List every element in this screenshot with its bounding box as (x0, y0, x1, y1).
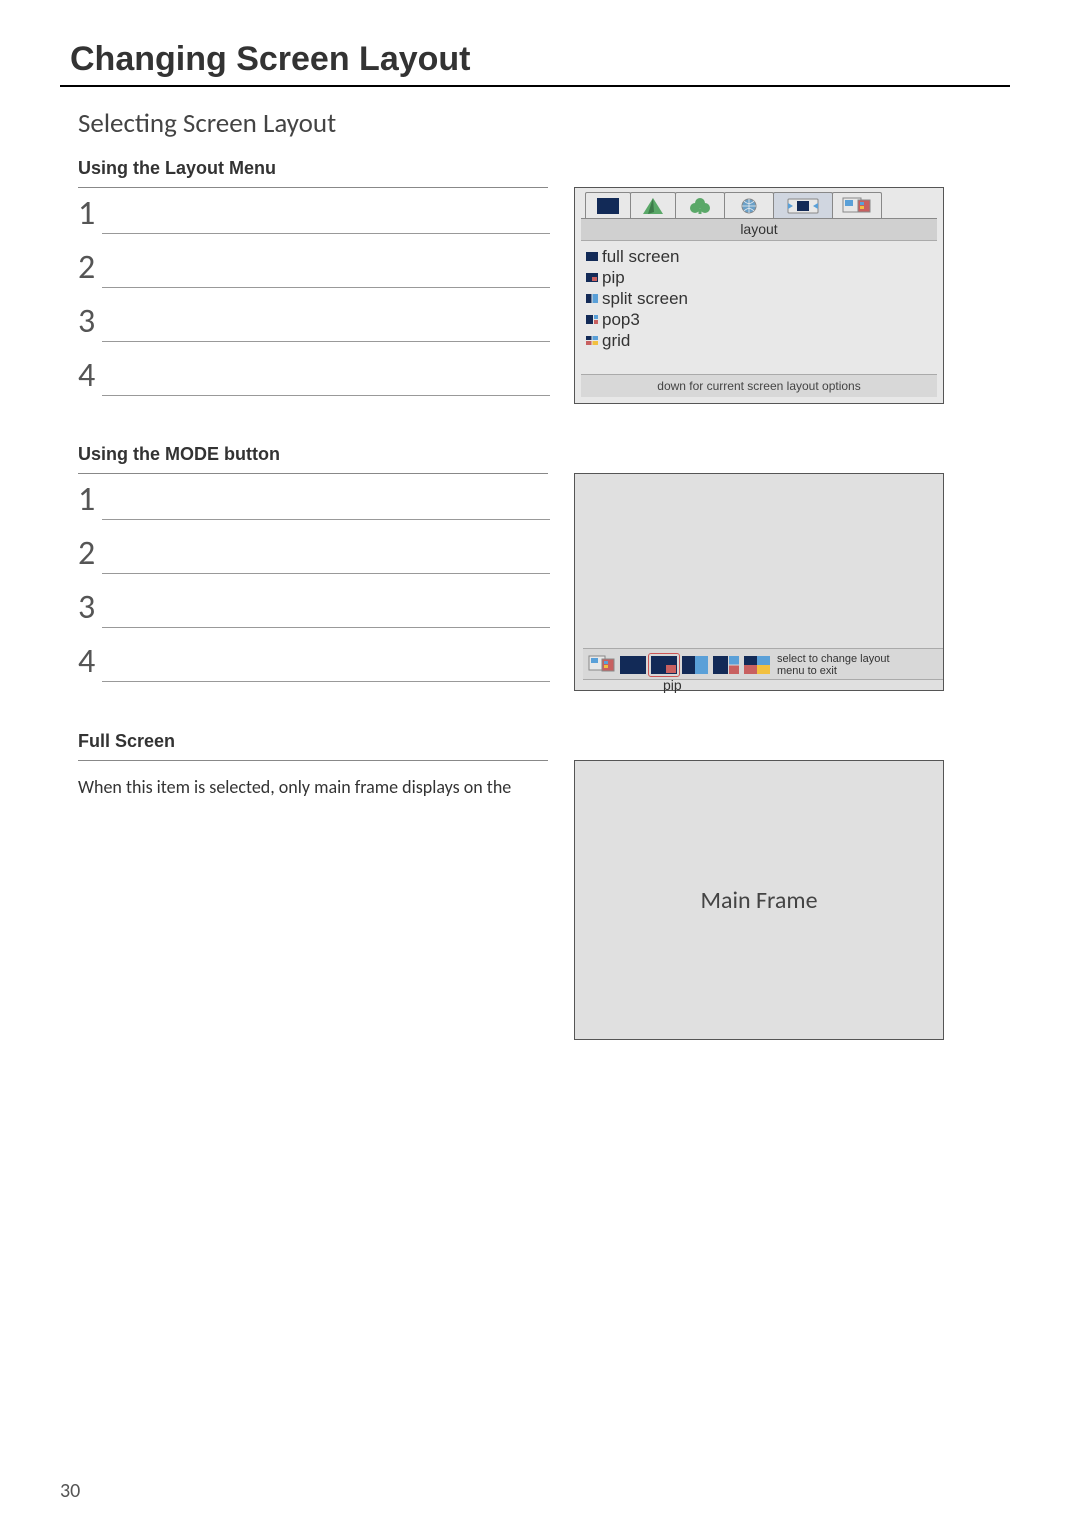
menu-item-pop3[interactable]: pop3 (585, 310, 933, 331)
menu-label: split screen (602, 289, 688, 309)
block3-rule (78, 760, 548, 761)
menu-label: grid (602, 331, 630, 351)
block3-heading: Full Screen (78, 731, 1010, 752)
step-number: 3 (78, 587, 108, 628)
mode-thumb-split[interactable] (680, 654, 710, 676)
block1-heading: Using the Layout Menu (78, 158, 1010, 179)
step-number: 4 (78, 355, 108, 396)
block1-rule (78, 187, 548, 188)
block2-rule (78, 473, 548, 474)
block2-heading: Using the MODE button (78, 444, 1010, 465)
mode-thumb-layout-icon[interactable] (587, 654, 617, 676)
mode-thumb-grid[interactable] (742, 654, 772, 676)
pip-icon (585, 272, 599, 284)
osd-tabs (575, 188, 943, 218)
list-item: 4 (78, 342, 550, 396)
mode-caption: pip (663, 677, 682, 693)
mode-bar: select to change layout menu to exit pip (583, 648, 943, 680)
title-underline (60, 85, 1010, 87)
list-item: 1 (78, 194, 550, 234)
pop3-icon (585, 314, 599, 326)
block1-steps: 1 2 3 4 (60, 194, 550, 396)
menu-label: pip (602, 268, 625, 288)
split-icon (585, 293, 599, 305)
step-number: 2 (78, 533, 108, 574)
menu-label: full screen (602, 247, 679, 267)
menu-label: pop3 (602, 310, 640, 330)
step-number: 2 (78, 247, 108, 288)
block3-text: When this item is selected, only main fr… (78, 775, 538, 799)
osd-menu: full screen pip (575, 241, 943, 374)
menu-item-fullscreen[interactable]: full screen (585, 247, 933, 268)
section-title: Selecting Screen Layout (78, 107, 1010, 140)
list-item: 3 (78, 574, 550, 628)
grid-icon (585, 335, 599, 347)
layout-osd-panel: layout full screen pip (574, 187, 944, 404)
page-number: 30 (60, 1479, 80, 1503)
list-item: 2 (78, 520, 550, 574)
block2-steps: 1 2 3 4 (60, 480, 550, 682)
list-item: 1 (78, 480, 550, 520)
mode-thumb-fullscreen[interactable] (618, 654, 648, 676)
list-item: 4 (78, 628, 550, 682)
mode-thumb-pop3[interactable] (711, 654, 741, 676)
step-number: 3 (78, 301, 108, 342)
menu-item-grid[interactable]: grid (585, 331, 933, 352)
list-item: 2 (78, 234, 550, 288)
mode-hint2: menu to exit (777, 665, 890, 677)
tab-globe-icon[interactable] (724, 192, 774, 218)
main-frame-box: Main Frame (574, 760, 944, 1040)
fullscreen-icon (585, 251, 599, 263)
tab-compass-icon[interactable] (630, 192, 676, 218)
list-item: 3 (78, 288, 550, 342)
step-number: 1 (78, 193, 108, 234)
osd-title: layout (581, 218, 937, 241)
osd-hint: down for current screen layout options (581, 374, 937, 397)
mode-thumb-pip[interactable] (649, 654, 679, 676)
menu-item-pip[interactable]: pip (585, 268, 933, 289)
tab-clubs-icon[interactable] (675, 192, 725, 218)
step-number: 1 (78, 479, 108, 520)
mode-hints: select to change layout menu to exit (777, 653, 890, 677)
step-number: 4 (78, 641, 108, 682)
tab-pip-icon[interactable] (832, 192, 882, 218)
tab-layout-icon[interactable] (773, 192, 833, 218)
tab-color[interactable] (585, 192, 631, 218)
main-frame-label: Main Frame (700, 886, 817, 915)
page-title: Changing Screen Layout (70, 40, 1010, 79)
menu-item-split[interactable]: split screen (585, 289, 933, 310)
mode-osd-panel: select to change layout menu to exit pip (574, 473, 944, 691)
mode-hint1: select to change layout (777, 653, 890, 665)
